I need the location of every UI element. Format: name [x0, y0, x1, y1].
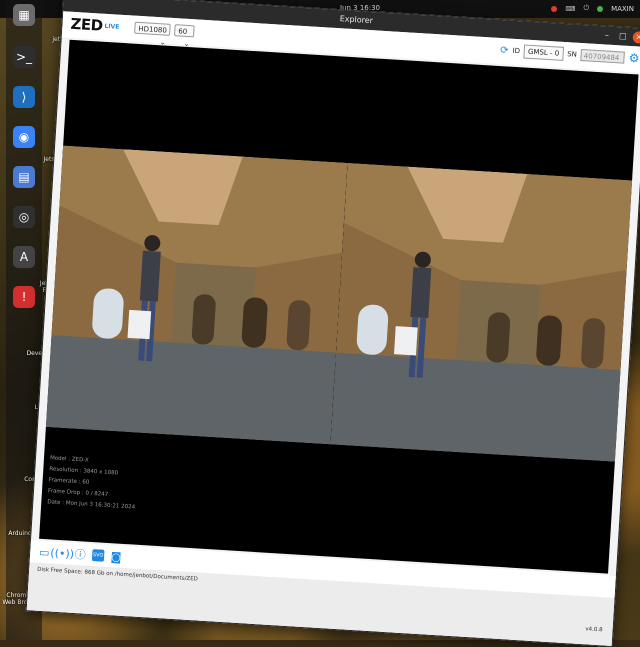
camera-info-panel: Model : ZED-X Resolution : 3840 x 1080 F… [47, 453, 138, 513]
window-title: Explorer [339, 14, 374, 26]
terminal-icon[interactable]: >_ [13, 46, 35, 68]
right-camera-view [330, 162, 633, 462]
chromium-icon[interactable]: ◉ [13, 126, 35, 148]
power-icon[interactable]: ⏻ [584, 4, 590, 13]
zed-logo: ZED [70, 14, 104, 35]
left-camera-view [45, 145, 348, 445]
notification-icon[interactable] [551, 5, 558, 12]
files-icon[interactable]: ▦ [13, 4, 35, 26]
id-label: ID [512, 46, 521, 56]
zed-explorer-window: Explorer – □ × ZED LIVE HD1080 ⌄ 60 ⌄ ⟳ … [25, 0, 640, 647]
resolution-value: HD1080 [138, 24, 168, 35]
fps-select[interactable]: 60 ⌄ [174, 24, 195, 48]
camera-id-select[interactable]: GMSL - 0 [523, 44, 564, 61]
keyboard-icon[interactable]: ⌨ [565, 5, 575, 13]
resolution-select[interactable]: HD1080 ⌄ [134, 21, 171, 47]
camera-selector: ⟳ ID GMSL - 0 SN 40709484 ⚙ [500, 43, 640, 66]
maximize-icon[interactable]: □ [616, 30, 629, 43]
app-version: v4.0.8 [585, 626, 603, 634]
fps-value: 60 [178, 27, 188, 36]
svo-record-icon[interactable]: SVO [91, 549, 105, 562]
minimize-icon[interactable]: – [601, 29, 614, 42]
arduino-icon[interactable]: A [13, 246, 35, 268]
folder-icon[interactable]: ▭ [38, 545, 51, 559]
system-tray: ⌨ ⏻ MAXIN [551, 4, 634, 13]
serial-number-field[interactable]: 40709484 [580, 48, 626, 64]
stereo-image [45, 145, 633, 462]
camera-viewer[interactable]: Model : ZED-X Resolution : 3840 x 1080 F… [39, 39, 639, 574]
live-badge: LIVE [104, 22, 120, 31]
stream-icon[interactable]: ((•)) [50, 546, 74, 560]
recording-mode-icon[interactable]: ⓘ [74, 548, 87, 562]
obs-icon[interactable]: ◎ [13, 206, 35, 228]
notes-icon[interactable]: ▤ [13, 166, 35, 188]
refresh-icon[interactable]: ⟳ [500, 45, 509, 56]
sn-label: SN [566, 50, 578, 59]
user-status-icon [597, 5, 604, 12]
user-name[interactable]: MAXIN [611, 5, 634, 13]
camera-snapshot-icon[interactable]: ◙ [110, 550, 123, 564]
close-icon[interactable]: × [632, 31, 640, 44]
vscode-icon[interactable]: ⟩ [13, 86, 35, 108]
settings-icon[interactable]: ⚙ [628, 51, 640, 66]
